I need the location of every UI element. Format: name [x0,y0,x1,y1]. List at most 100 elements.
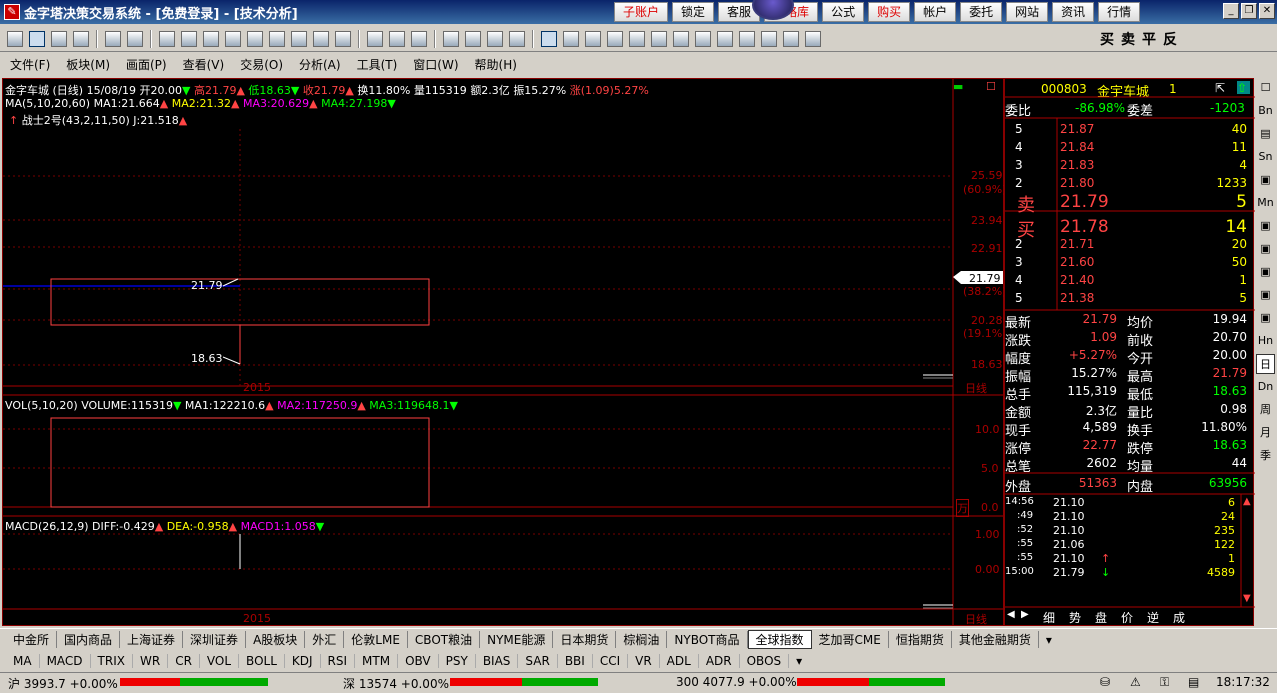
help-icon[interactable] [509,30,525,47]
link-icon[interactable]: ▬ [953,80,963,93]
tab-next-icon[interactable]: ▶ [1021,609,1029,620]
bid-price[interactable]: 21.40 [1060,273,1094,287]
chart-area[interactable]: 金字车城 (日线) 15/08/19 开20.00▼ 高21.79▲ 低18.6… [2,78,1007,627]
menu-analysis[interactable]: 分析(A) [299,56,341,73]
tab-prev-icon[interactable]: ◀ [1007,609,1015,620]
quote-tab[interactable]: 细 [1043,609,1055,626]
print-icon[interactable] [73,30,89,47]
market-tab[interactable]: 上海证券 [120,631,184,648]
indicator-tab[interactable]: BOLL [239,653,285,668]
market-tab[interactable]: 国内商品 [57,631,121,648]
news-button[interactable]: 资讯 [1052,2,1095,22]
buy-button[interactable]: 买 [1100,29,1114,49]
quote-tab[interactable]: 成 [1173,609,1185,626]
side-tab-sn[interactable]: Sn [1256,147,1275,167]
side-tab-dn[interactable]: Dn [1256,377,1275,397]
eraser-icon[interactable] [761,30,777,47]
columns-icon[interactable] [607,30,623,47]
side-tab-icon[interactable]: ☐ [1256,78,1275,98]
market-tab[interactable]: 棕榈油 [616,631,668,648]
fibonacci-icon[interactable] [651,30,667,47]
indicator-tab[interactable]: MA [6,653,40,668]
chart-icon[interactable] [335,30,351,47]
draw-select-icon[interactable] [541,30,557,47]
bid-price[interactable]: 21.60 [1060,255,1094,269]
window-icon[interactable] [225,30,241,47]
book-icon[interactable] [465,30,481,47]
side-tab-icon-4[interactable]: ▣ [1256,239,1275,259]
ask-price[interactable]: 21.84 [1060,140,1094,154]
market-tab[interactable]: 深圳证券 [183,631,247,648]
side-tab-day[interactable]: 日 [1256,354,1275,374]
bid-price[interactable]: 21.78 [1060,217,1109,237]
indicator-tab[interactable]: RSI [321,653,356,668]
quote-tab[interactable]: 盘 [1095,609,1107,626]
menu-file[interactable]: 文件(F) [10,56,50,73]
trend-icon[interactable] [629,30,645,47]
quote-tab[interactable]: 势 [1069,609,1081,626]
undo-icon[interactable] [105,30,121,47]
market-tab[interactable]: 其他金融期货 [952,631,1039,648]
ask-price[interactable]: 21.79 [1060,192,1109,212]
color-icon[interactable] [411,30,427,47]
market-tab[interactable]: 全球指数 [747,630,812,649]
indicator-tab[interactable]: SAR [518,653,558,668]
text-box-icon[interactable] [585,30,601,47]
website-button[interactable]: 网站 [1006,2,1049,22]
menu-view[interactable]: 查看(V) [183,56,225,73]
indicator-tab[interactable]: BBI [558,653,593,668]
ask-price[interactable]: 21.87 [1060,122,1094,136]
scroll-up-icon[interactable]: ▲ [1243,496,1251,507]
quote-tab[interactable]: 逆 [1147,609,1159,626]
market-tab[interactable]: 伦敦LME [344,631,408,648]
bars-icon[interactable] [487,30,503,47]
select-icon[interactable] [159,30,175,47]
side-tab-icon-2[interactable]: ▣ [1256,170,1275,190]
indicator-icon[interactable] [367,30,383,47]
layout-icon[interactable] [29,30,45,47]
calendar-icon[interactable] [269,30,285,47]
sell-button[interactable]: 卖 [1121,29,1135,49]
side-tab-icon-6[interactable]: ▣ [1256,285,1275,305]
menu-window[interactable]: 窗口(W) [413,56,458,73]
menu-view-frame[interactable]: 画面(P) [126,56,167,73]
bid-price[interactable]: 21.71 [1060,237,1094,251]
bid-price[interactable]: 21.38 [1060,291,1094,305]
period-label-2[interactable]: 日线 [965,611,987,627]
side-tab-season[interactable]: 季 [1256,446,1275,466]
market-tab[interactable]: 日本期货 [553,631,617,648]
minimize-icon[interactable]: _ [1223,3,1239,19]
indicator-tab[interactable]: ADL [660,653,699,668]
indicator-tab[interactable]: VR [628,653,660,668]
market-tab[interactable]: NYME能源 [480,631,554,648]
close-icon[interactable]: ✕ [1259,3,1275,19]
restore-icon[interactable]: ❐ [1241,3,1257,19]
side-tab-chart-icon[interactable]: ▤ [1256,124,1275,144]
menu-tools[interactable]: 工具(T) [357,56,398,73]
monitor-icon[interactable] [443,30,459,47]
menu-block[interactable]: 板块(M) [66,56,110,73]
side-tab-week[interactable]: 周 [1256,400,1275,420]
indicator-tab[interactable]: ADR [699,653,740,668]
market-tab[interactable]: 恒指期货 [889,631,952,648]
table-icon[interactable] [783,30,799,47]
purchase-button[interactable]: 购买 [868,2,911,22]
indicator-tab[interactable]: CR [168,653,200,668]
indicator-tab[interactable]: VOL [200,653,240,668]
account-button[interactable]: 帐户 [914,2,957,22]
circle-icon[interactable] [717,30,733,47]
sub-account-button[interactable]: 子账户 [614,2,669,22]
ask-price[interactable]: 21.80 [1060,176,1094,190]
close-position-button[interactable]: 平 [1142,29,1156,49]
indicator-tab[interactable]: PSY [439,653,476,668]
side-tab-icon-3[interactable]: ▣ [1256,216,1275,236]
indicator-tab[interactable]: OBOS [740,653,790,668]
side-tab-icon-5[interactable]: ▣ [1256,262,1275,282]
indicator-tab[interactable]: CCI [593,653,629,668]
ask-price[interactable]: 21.83 [1060,158,1094,172]
indicator-tab[interactable]: TRIX [91,653,133,668]
doc-icon[interactable]: ▤ [1188,675,1199,689]
indicator-tab[interactable]: WR [133,653,169,668]
box-icon[interactable]: ☐ [986,80,996,93]
quotes-button[interactable]: 行情 [1098,2,1141,22]
